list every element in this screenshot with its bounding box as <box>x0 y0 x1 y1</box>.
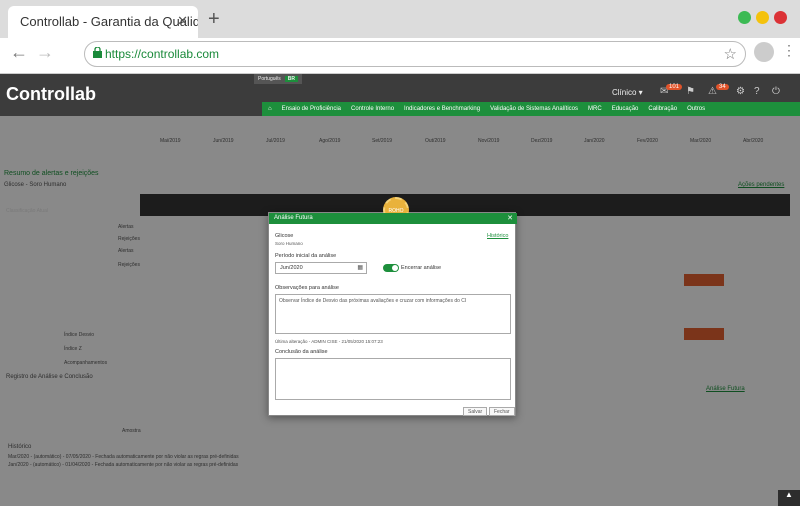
calendar-icon[interactable]: ▦ <box>357 264 363 271</box>
forward-icon[interactable]: → <box>36 42 54 63</box>
lock-icon <box>93 47 102 58</box>
future-analysis-modal: ROHO Análise Futura ✕ Glicose Soro Human… <box>268 197 517 416</box>
menu-item-educacao[interactable]: Educação <box>612 106 639 112</box>
new-tab-icon[interactable]: + <box>208 8 220 31</box>
flag-icon[interactable]: ⚑ <box>686 86 695 97</box>
window-close-button[interactable] <box>774 11 787 24</box>
observations-textarea[interactable]: Observar Índice de Desvio das próximas a… <box>275 294 511 334</box>
analyte-matrix: Soro Humano <box>275 241 303 246</box>
browser-menu-icon[interactable]: ⋮ <box>782 42 796 59</box>
power-icon[interactable]: ⏻ <box>772 86 780 97</box>
modal-header: Análise Futura ✕ <box>269 213 517 224</box>
alerts-badge: 34 <box>716 84 729 90</box>
last-change-text: Última alteração - ADMIN CISE - 21/05/20… <box>275 339 383 344</box>
window-minimize-button[interactable] <box>756 11 769 24</box>
menu-item-validacao[interactable]: Validação de Sistemas Analíticos <box>490 106 578 112</box>
history-link[interactable]: Histórico <box>487 233 508 239</box>
language-code: BR <box>284 76 299 82</box>
period-label: Período inicial da análise <box>275 253 337 259</box>
analyte-name: Glicose <box>275 233 294 239</box>
browser-tabbar: Controllab - Garantia da Qualid ✕ + <box>0 0 800 38</box>
menu-item-calibracao[interactable]: Calibração <box>648 106 677 112</box>
tab-title: Controllab - Garantia da Qualid <box>20 14 198 29</box>
gear-icon[interactable]: ⚙ <box>736 86 745 97</box>
period-input[interactable]: Jun/2020 ▦ <box>275 262 367 274</box>
modal-title: Análise Futura <box>274 215 313 221</box>
conclusion-textarea[interactable] <box>275 358 511 400</box>
window-maximize-button[interactable] <box>738 11 751 24</box>
home-icon[interactable]: ⌂ <box>268 106 272 112</box>
url-field[interactable]: https://controllab.com ☆ <box>84 41 746 67</box>
period-value: Jun/2020 <box>280 265 303 271</box>
observations-label: Observações para análise <box>275 285 339 291</box>
close-analysis-toggle[interactable] <box>383 264 399 272</box>
close-icon[interactable]: ✕ <box>507 214 513 222</box>
toggle-label: Encerrar análise <box>401 265 442 271</box>
menu-item-controle-interno[interactable]: Controle Interno <box>351 106 394 112</box>
profile-avatar-icon[interactable] <box>754 42 774 62</box>
menu-item-proficiencia[interactable]: Ensaio de Proficiência <box>282 106 341 112</box>
main-menu: ⌂ Ensaio de Proficiência Controle Intern… <box>262 102 800 116</box>
messages-badge: 101 <box>666 84 683 90</box>
language-label: Português <box>258 76 281 82</box>
close-tab-icon[interactable]: ✕ <box>177 13 188 29</box>
bookmark-star-icon[interactable]: ☆ <box>724 45 737 63</box>
app-viewport: Controllab Português BR Clínico ▾ ✉ 101 ⚑… <box>0 74 800 506</box>
profile-selector[interactable]: Clínico ▾ <box>612 88 643 97</box>
conclusion-label: Conclusão da análise <box>275 349 328 355</box>
menu-item-mrc[interactable]: MRC <box>588 106 602 112</box>
browser-tab[interactable]: Controllab - Garantia da Qualid ✕ <box>8 6 198 38</box>
language-selector[interactable]: Português BR <box>254 74 303 84</box>
profile-label: Clínico <box>612 88 637 97</box>
help-icon[interactable]: ? <box>754 86 760 97</box>
menu-item-outros[interactable]: Outros <box>687 106 705 112</box>
url-text: https://controllab.com <box>105 47 220 61</box>
close-button[interactable]: Fechar <box>489 407 515 416</box>
back-icon[interactable]: ← <box>10 42 28 63</box>
app-header: Controllab Português BR Clínico ▾ ✉ 101 ⚑… <box>0 74 800 116</box>
controllab-logo[interactable]: Controllab <box>6 84 96 105</box>
browser-address-bar: ← → https://controllab.com ☆ ⋮ <box>0 38 800 74</box>
menu-item-indicadores[interactable]: Indicadores e Benchmarking <box>404 106 480 112</box>
save-button[interactable]: Salvar <box>463 407 488 416</box>
scroll-top-button[interactable]: ▲ <box>778 490 800 506</box>
